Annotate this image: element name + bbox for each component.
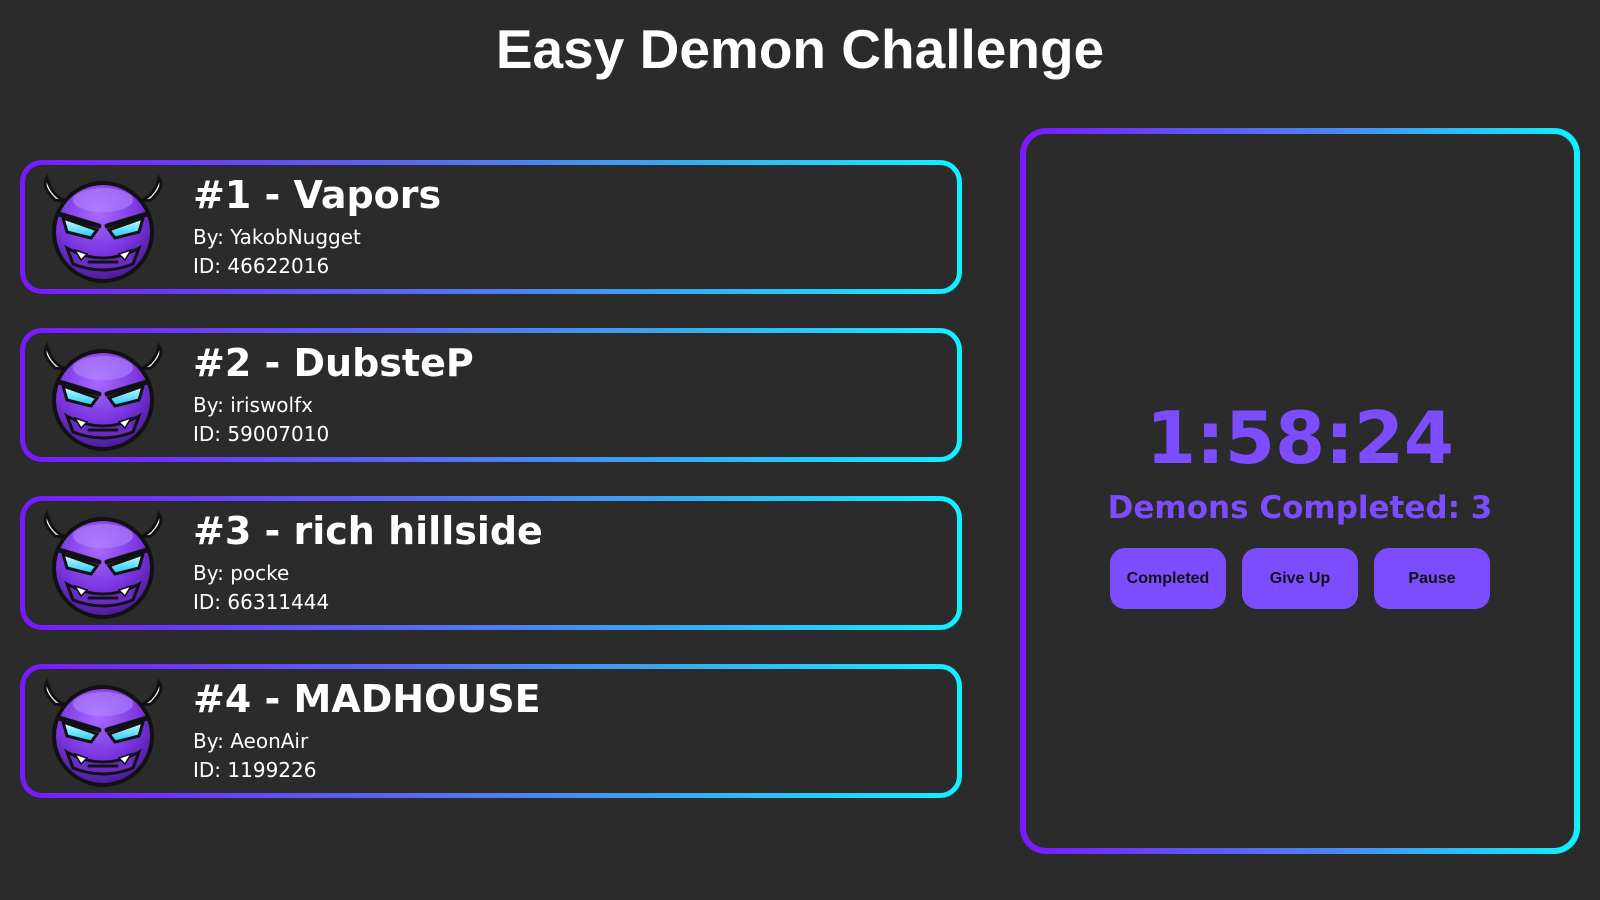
level-title: #3 - rich hillside bbox=[193, 509, 543, 553]
timer-panel: 1:58:24 Demons Completed: 3 Completed Gi… bbox=[1020, 128, 1580, 854]
page-title: Easy Demon Challenge bbox=[495, 18, 1105, 80]
level-card-body: #1 - Vapors By: YakobNugget ID: 46622016 bbox=[25, 165, 957, 289]
challenge-page: Easy Demon Challenge #1 - Vapors By: Yak… bbox=[0, 0, 1600, 900]
level-creator: By: AeonAir bbox=[193, 729, 309, 753]
pause-button[interactable]: Pause bbox=[1374, 548, 1490, 609]
level-id: ID: 66311444 bbox=[193, 590, 330, 614]
level-title: #4 - MADHOUSE bbox=[193, 677, 541, 721]
level-id: ID: 46622016 bbox=[193, 254, 330, 278]
level-card[interactable]: #1 - Vapors By: YakobNugget ID: 46622016 bbox=[20, 160, 962, 294]
level-title: #1 - Vapors bbox=[193, 173, 442, 217]
easy-demon-face-icon bbox=[41, 172, 165, 284]
level-card[interactable]: #2 - DubsteP By: iriswolfx ID: 59007010 bbox=[20, 328, 962, 462]
level-card-body: #4 - MADHOUSE By: AeonAir ID: 1199226 bbox=[25, 669, 957, 793]
level-card[interactable]: #3 - rich hillside By: pocke ID: 6631144… bbox=[20, 496, 962, 630]
level-title: #2 - DubsteP bbox=[193, 341, 474, 385]
level-creator: By: iriswolfx bbox=[193, 393, 313, 417]
timer-controls: Completed Give Up Pause bbox=[1026, 548, 1574, 609]
level-creator: By: YakobNugget bbox=[193, 225, 361, 249]
elapsed-timer: 1:58:24 bbox=[1145, 396, 1455, 480]
level-card-body: #3 - rich hillside By: pocke ID: 6631144… bbox=[25, 501, 957, 625]
easy-demon-face-icon bbox=[41, 508, 165, 620]
level-list: #1 - Vapors By: YakobNugget ID: 46622016… bbox=[20, 160, 962, 832]
timer-panel-body: 1:58:24 Demons Completed: 3 Completed Gi… bbox=[1026, 134, 1574, 848]
easy-demon-face-icon bbox=[41, 340, 165, 452]
level-card[interactable]: #4 - MADHOUSE By: AeonAir ID: 1199226 bbox=[20, 664, 962, 798]
level-card-body: #2 - DubsteP By: iriswolfx ID: 59007010 bbox=[25, 333, 957, 457]
level-id: ID: 1199226 bbox=[193, 758, 317, 782]
level-creator: By: pocke bbox=[193, 561, 290, 585]
level-id: ID: 59007010 bbox=[193, 422, 330, 446]
completed-button[interactable]: Completed bbox=[1110, 548, 1226, 609]
give-up-button[interactable]: Give Up bbox=[1242, 548, 1358, 609]
easy-demon-face-icon bbox=[41, 676, 165, 788]
demons-completed-count: Demons Completed: 3 bbox=[1107, 490, 1493, 526]
